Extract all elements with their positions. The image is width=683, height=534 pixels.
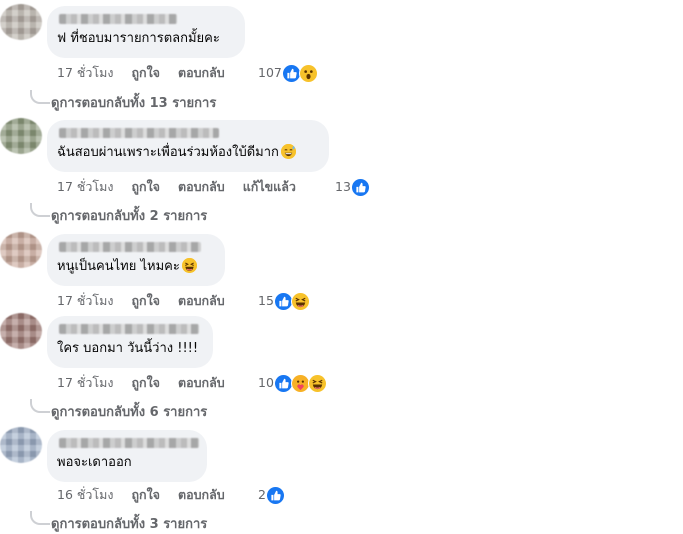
thread-connector (30, 90, 50, 104)
author-name-redacted[interactable] (59, 128, 219, 138)
view-replies-link[interactable]: ดูการตอบกลับทั้ง 6 รายการ (51, 401, 207, 422)
laughing-emoji (181, 258, 197, 273)
author-name-redacted[interactable] (59, 14, 177, 24)
like-button[interactable]: ถูกใจ (131, 375, 160, 390)
reaction-count: 107 (258, 65, 282, 80)
view-replies-link[interactable]: ดูการตอบกลับทั้ง 3 รายการ (51, 513, 207, 534)
haha-icon (307, 373, 327, 393)
avatar[interactable] (0, 427, 42, 463)
comment-text-line: ฉันสอบผ่านเพราะเพื่อนร่วมห้องใบ้ดีมาก (57, 144, 317, 162)
reply-button[interactable]: ตอบกลับ (178, 293, 225, 308)
avatar[interactable] (0, 313, 42, 349)
like-button[interactable]: ถูกใจ (131, 293, 160, 308)
reaction-summary[interactable]: 2 (258, 485, 285, 505)
like-button[interactable]: ถูกใจ (131, 65, 160, 80)
avatar[interactable] (0, 232, 42, 268)
reaction-summary[interactable]: 10 (258, 373, 327, 393)
reaction-summary[interactable]: 15 (258, 291, 310, 311)
view-replies-link[interactable]: ดูการตอบกลับทั้ง 2 รายการ (51, 205, 207, 226)
timestamp[interactable]: 16 ชั่วโมง (57, 487, 113, 502)
comment-text-line: หนูเป็นคนไทย ไหมคะ (57, 258, 213, 276)
comment-actions: 17 ชั่วโมง ถูกใจ ตอบกลับ (57, 64, 239, 82)
reply-button[interactable]: ตอบกลับ (178, 179, 225, 194)
wow-icon (298, 63, 318, 83)
like-icon (265, 485, 285, 505)
comment-actions: 16 ชั่วโมง ถูกใจ ตอบกลับ (57, 486, 239, 504)
like-button[interactable]: ถูกใจ (131, 179, 160, 194)
thread-connector (30, 511, 50, 525)
comment-actions: 17 ชั่วโมง ถูกใจ ตอบกลับ (57, 292, 239, 310)
reaction-count: 10 (258, 375, 274, 390)
timestamp[interactable]: 17 ชั่วโมง (57, 65, 113, 80)
comment-text: ใคร บอกมา วันนี้ว่าง !!!! (57, 341, 199, 356)
comment-actions: 17 ชั่วโมง ถูกใจ ตอบกลับ (57, 374, 239, 392)
comment-actions: 17 ชั่วโมง ถูกใจ ตอบกลับ แก้ไขแล้ว (57, 178, 310, 196)
haha-icon (290, 291, 310, 311)
reaction-count: 15 (258, 293, 274, 308)
comment-bubble: ใคร บอกมา วันนี้ว่าง !!!! (47, 316, 213, 368)
comment-text: พอจะเดาออก (57, 455, 132, 470)
timestamp[interactable]: 17 ชั่วโมง (57, 375, 113, 390)
reaction-summary[interactable]: 107 (258, 63, 318, 83)
reply-button[interactable]: ตอบกลับ (178, 65, 225, 80)
view-replies-link[interactable]: ดูการตอบกลับทั้ง 13 รายการ (51, 92, 216, 113)
timestamp[interactable]: 17 ชั่วโมง (57, 293, 113, 308)
reply-button[interactable]: ตอบกลับ (178, 375, 225, 390)
comment-bubble: ฟ ที่ชอบมารายการตลกมั้ยคะ (47, 6, 245, 58)
like-button[interactable]: ถูกใจ (131, 487, 160, 502)
author-name-redacted[interactable] (59, 438, 199, 448)
avatar[interactable] (0, 4, 42, 40)
thread-connector (30, 203, 50, 217)
comment-bubble: ฉันสอบผ่านเพราะเพื่อนร่วมห้องใบ้ดีมาก (47, 120, 329, 172)
reply-button[interactable]: ตอบกลับ (178, 487, 225, 502)
edited-label[interactable]: แก้ไขแล้ว (243, 179, 296, 194)
author-name-redacted[interactable] (59, 324, 199, 334)
reaction-count: 13 (335, 179, 351, 194)
comment-text: ฟ ที่ชอบมารายการตลกมั้ยคะ (57, 31, 220, 46)
timestamp[interactable]: 17 ชั่วโมง (57, 179, 113, 194)
reaction-summary[interactable]: 13 (335, 177, 370, 197)
comment-bubble: หนูเป็นคนไทย ไหมคะ (47, 234, 225, 286)
comment-bubble: พอจะเดาออก (47, 430, 207, 482)
reaction-count: 2 (258, 487, 266, 502)
thread-connector (30, 399, 50, 413)
comment-text: หนูเป็นคนไทย ไหมคะ (57, 259, 180, 274)
avatar[interactable] (0, 118, 42, 154)
comment-text: ฉันสอบผ่านเพราะเพื่อนร่วมห้องใบ้ดีมาก (57, 145, 279, 160)
grinning-sweat-emoji (280, 144, 296, 159)
author-name-redacted[interactable] (59, 242, 201, 252)
like-icon (350, 177, 370, 197)
